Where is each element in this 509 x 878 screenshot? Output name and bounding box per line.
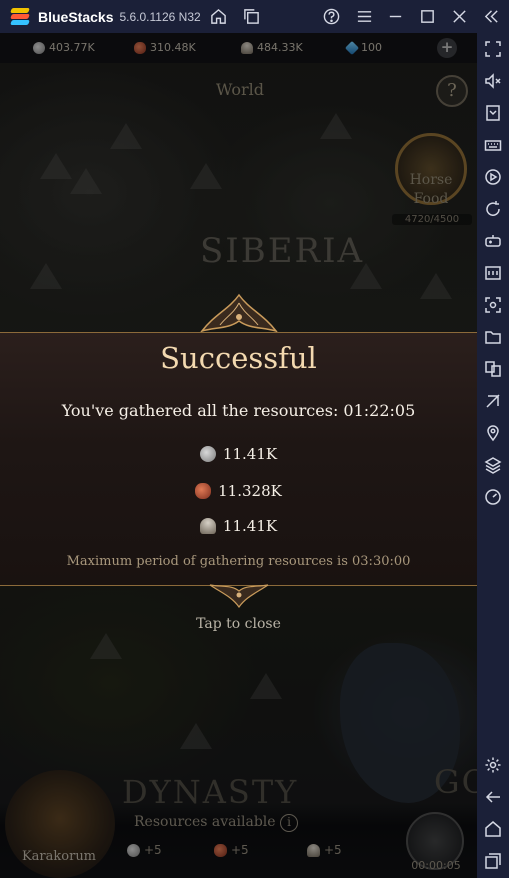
maximize-icon[interactable] <box>419 8 436 25</box>
multi-instance-sync-icon[interactable] <box>484 360 502 378</box>
bluestacks-titlebar: BlueStacks 5.6.0.1126 N32 <box>0 0 509 33</box>
layers-icon[interactable] <box>484 456 502 474</box>
bluestacks-logo-icon <box>9 6 31 28</box>
gamepad-icon[interactable] <box>484 232 502 250</box>
tap-to-close[interactable]: Tap to close <box>0 616 477 632</box>
rotate-icon[interactable] <box>484 200 502 218</box>
meat-icon <box>195 483 212 499</box>
settings-icon[interactable] <box>484 756 502 774</box>
max-period-note: Maximum period of gathering resources is… <box>66 554 411 569</box>
eco-mode-icon[interactable] <box>484 392 502 410</box>
reward-amount: 11.328K <box>218 482 282 500</box>
help-icon[interactable] <box>323 8 340 25</box>
silver-coin-icon <box>199 446 216 462</box>
back-icon[interactable] <box>484 788 502 806</box>
fullscreen-icon[interactable] <box>484 40 502 58</box>
reward-item-food: 11.328K <box>0 482 477 500</box>
gathered-message: You've gathered all the resources: 01:22… <box>61 401 416 420</box>
screenshot-icon[interactable] <box>484 296 502 314</box>
bluestacks-sidebar <box>477 33 509 878</box>
ornament-bottom-icon <box>209 584 269 609</box>
helmet-icon <box>199 518 216 534</box>
install-apk-icon[interactable] <box>484 104 502 122</box>
game-viewport[interactable]: SIBERIA DYNASTY GO 403.77K 310.48K 484.3… <box>0 33 477 878</box>
reward-item-soldiers: 11.41K <box>0 517 477 535</box>
speed-icon[interactable] <box>484 488 502 506</box>
android-home-icon[interactable] <box>484 820 502 838</box>
modal-title: Successful <box>160 341 317 375</box>
keyboard-icon[interactable] <box>484 136 502 154</box>
reward-amount: 11.41K <box>222 445 278 463</box>
volume-icon[interactable] <box>484 72 502 90</box>
success-modal: Successful You've gathered all the resou… <box>0 332 477 586</box>
app-name: BlueStacks <box>38 8 114 25</box>
close-icon[interactable] <box>451 8 468 25</box>
multi-instance-icon[interactable] <box>243 8 260 25</box>
recents-icon[interactable] <box>484 852 502 870</box>
apk-icon[interactable] <box>484 264 502 282</box>
location-icon[interactable] <box>484 424 502 442</box>
collapse-sidebar-icon[interactable] <box>483 8 500 25</box>
app-version: 5.6.0.1126 N32 <box>119 9 201 24</box>
folder-icon[interactable] <box>484 328 502 346</box>
reward-amount: 11.41K <box>222 517 278 535</box>
reward-item-silver: 11.41K <box>0 445 477 463</box>
home-icon[interactable] <box>210 8 227 25</box>
minimize-icon[interactable] <box>387 8 404 25</box>
menu-icon[interactable] <box>356 8 373 25</box>
macro-icon[interactable] <box>484 168 502 186</box>
